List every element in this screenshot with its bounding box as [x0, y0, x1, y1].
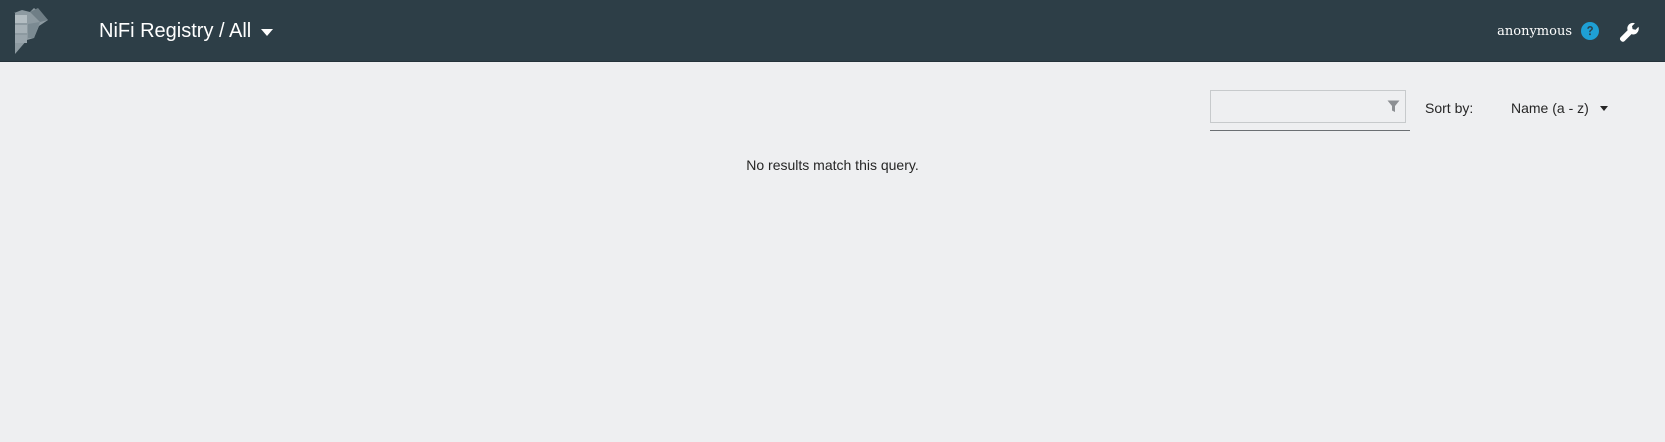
- sort-selected-value: Name (a - z): [1511, 100, 1589, 116]
- empty-state-message: No results match this query.: [746, 157, 919, 173]
- nifi-registry-logo[interactable]: [12, 8, 52, 54]
- registry-bucket-selector[interactable]: NiFi Registry / All: [99, 17, 274, 45]
- filter-icon: [1387, 100, 1400, 112]
- page-title: NiFi Registry / All: [99, 20, 252, 42]
- chevron-down-icon: [1599, 106, 1608, 111]
- filter-input[interactable]: [1211, 91, 1381, 122]
- filter-underline: [1210, 130, 1410, 131]
- wrench-icon[interactable]: [1619, 22, 1640, 43]
- top-bar: NiFi Registry / All anonymous: [0, 0, 1665, 62]
- sort-select[interactable]: Name (a - z): [1511, 98, 1608, 118]
- current-user[interactable]: anonymous: [1497, 22, 1572, 42]
- chevron-down-icon: [261, 28, 274, 36]
- sort-by-label: Sort by:: [1425, 100, 1474, 116]
- filter-field[interactable]: [1210, 90, 1406, 123]
- help-icon[interactable]: [1581, 22, 1599, 40]
